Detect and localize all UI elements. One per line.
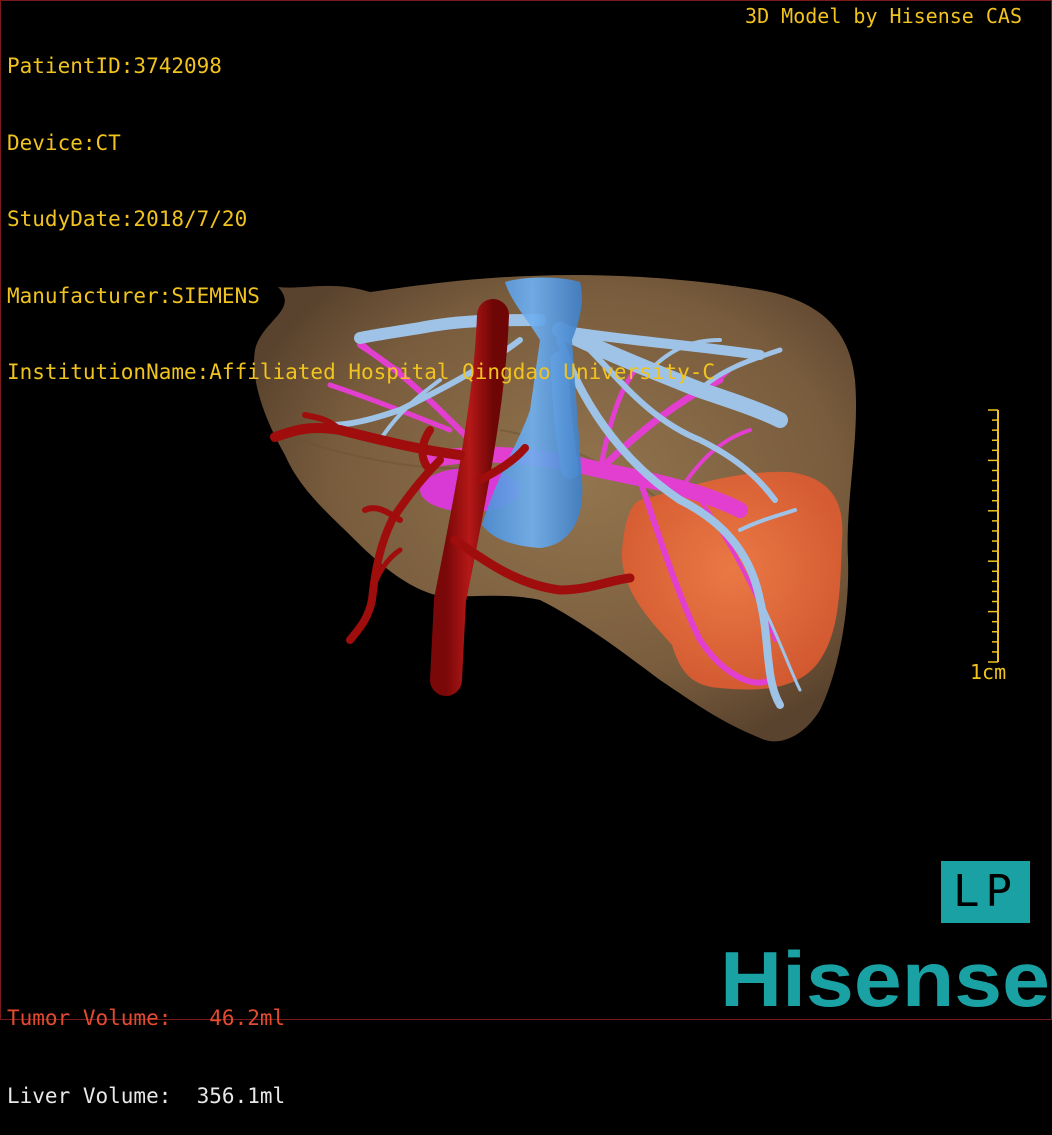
volume-readout: Tumor Volume: 46.2ml Liver Volume: 356.1… bbox=[7, 953, 285, 1135]
model-credit: 3D Model by Hisense CAS bbox=[745, 4, 1022, 28]
hisense-logo-text: Hisense bbox=[720, 938, 1050, 1014]
liver-volume: Liver Volume: 356.1ml bbox=[7, 1084, 286, 1108]
scale-bar bbox=[988, 409, 999, 663]
institution-name: InstitutionName:Affiliated Hospital Qing… bbox=[7, 360, 716, 384]
device: Device:CT bbox=[7, 130, 121, 155]
scale-bar-label: 1cm bbox=[970, 660, 1007, 684]
orientation-marker[interactable]: LP bbox=[941, 861, 1030, 923]
patient-id: PatientID:3742098 bbox=[7, 54, 222, 78]
tumor-volume: Tumor Volume: 46.2ml bbox=[7, 1006, 286, 1030]
manufacturer: Manufacturer:SIEMENS bbox=[7, 283, 260, 308]
patient-info-overlay: PatientID:3742098 Device:CT StudyDate:20… bbox=[7, 3, 715, 411]
hisense-logo: Hisense bbox=[720, 938, 1050, 1014]
study-date: StudyDate:2018/7/20 bbox=[7, 207, 248, 231]
